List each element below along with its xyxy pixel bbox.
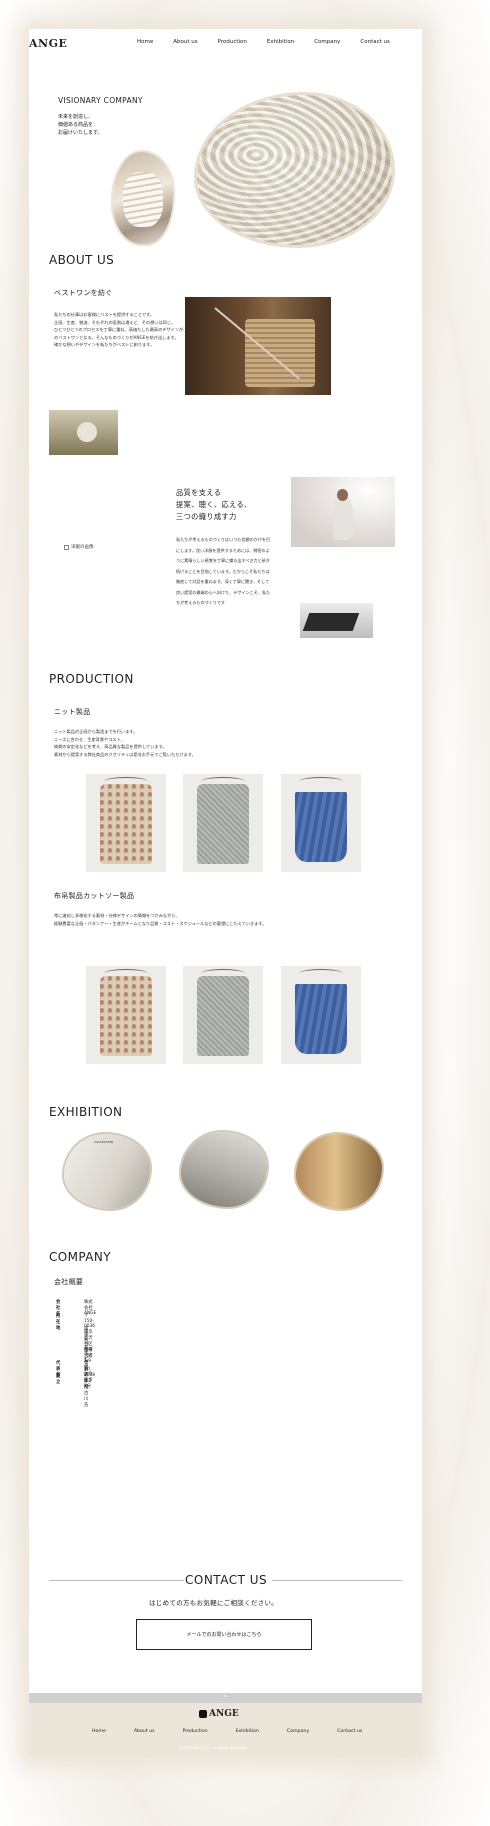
quality-title-line: 三つの織り成す力 <box>176 512 237 521</box>
product-card[interactable] <box>183 966 263 1064</box>
about-text-line: 私たちの仕事はお客様にベストを提供することです。 <box>54 312 155 317</box>
sheep-photo <box>49 410 118 455</box>
product-card[interactable] <box>86 774 166 872</box>
chevron-up-icon: ^ <box>222 1694 229 1702</box>
hero-subtitle: 未来を創造し、 価値ある商品を お届けいたします。 <box>58 113 138 137</box>
page-top-button[interactable]: ^ <box>29 1693 422 1703</box>
company-heading: 会社概要 <box>54 1278 84 1286</box>
footer-nav-company[interactable]: Company <box>287 1729 309 1734</box>
exhibition-image[interactable] <box>181 1132 267 1207</box>
production-title: PRODUCTION <box>49 672 134 686</box>
footer-nav-about[interactable]: About us <box>134 1729 155 1734</box>
about-title: ABOUT US <box>49 253 115 267</box>
company-row-value: 2008年3月 <box>84 1373 95 1390</box>
product-card[interactable] <box>281 774 361 872</box>
product-card[interactable] <box>86 966 166 1064</box>
about-text: 私たちの仕事はお客様にベストを提供することです。 企画、生産、物流、それぞれの役… <box>54 311 204 349</box>
nav-exhibition[interactable]: Exhibition <box>267 39 294 45</box>
page-canvas: ANGE Home About us Production Exhibition… <box>29 29 422 1757</box>
hero-subtitle-line: お届けいたします。 <box>58 130 103 136</box>
knit-text: ニット製品の企画から製造までを行います。 ニーズに合わせ、生産背景やコスト、 納… <box>54 728 334 758</box>
quality-title-line: 品質を支える <box>176 488 222 497</box>
broken-image-icon <box>64 544 69 550</box>
copyright: ©2024 ANGE Inc. All Rights Reserved. <box>179 1746 248 1750</box>
header-logo[interactable]: ANGE <box>29 37 67 50</box>
header-nav: Home About us Production Exhibition Comp… <box>137 39 410 45</box>
about-heading: ベストワンを紡ぐ <box>54 289 113 297</box>
knit-text-line: 素材から提案する弊社商品のクオリティは是非お手元でご覧いただけます。 <box>54 751 196 757</box>
desk-photo <box>300 603 373 638</box>
knit-text-line: ニット製品の企画から製造までを行います。 <box>54 729 138 734</box>
cut-text-line: 経験豊富な企画・パタンナー・生産がチームとなり品質・コスト・スケジュールなどの要… <box>54 920 267 926</box>
footer-nav-home[interactable]: Home <box>92 1729 106 1734</box>
exhibition-title: EXHIBITION <box>49 1105 123 1119</box>
knit-text-line: 納期の安定化などを考え、高品質な製品を提供しています。 <box>54 744 167 749</box>
broken-image-alt: 洋服の画像 <box>71 545 94 550</box>
product-card[interactable] <box>281 966 361 1064</box>
company-row-label: 所在地 <box>56 1314 61 1331</box>
logo-mark-icon <box>199 1710 207 1718</box>
about-text-line: 企画、生産、物流、それぞれの役割は違えど、その想いは同じ。 <box>54 319 176 325</box>
hero-folded-knit-image <box>113 152 173 244</box>
hero-subtitle-line: 未来を創造し、 <box>58 114 94 120</box>
exhibition-caption: COLLECTION <box>94 1140 114 1144</box>
nav-about[interactable]: About us <box>173 39 197 45</box>
contact-subtitle: はじめての方もお気軽にご相談ください。 <box>149 1599 279 1607</box>
knit-text-line: ニーズに合わせ、生産背景やコスト、 <box>54 736 125 742</box>
footer-logo-text: ANGE <box>209 1709 239 1719</box>
company-title: COMPANY <box>49 1250 111 1264</box>
company-row-label: 設立 <box>56 1374 61 1385</box>
cut-heading: 布帛製品カットソー製品 <box>54 892 135 900</box>
hero-title: VISIONARY COMPANY <box>58 96 143 105</box>
exhibition-image[interactable]: COLLECTION <box>64 1134 150 1209</box>
about-text-line: ひとつひとつのプロセスを丁寧に重ね、高価たした最高のデザインが、お客様のベストワ… <box>54 327 200 340</box>
footer-nav-production[interactable]: Production <box>183 1729 208 1734</box>
exhibition-image[interactable] <box>296 1134 382 1209</box>
woman-photo <box>291 477 395 547</box>
footer-nav-exhibition[interactable]: Exhibition <box>236 1729 259 1734</box>
cut-text: 常に進化し多様化する素材・仕様デザインの情報をつかみながら、 経験豊富な企画・パ… <box>54 912 354 927</box>
cut-text-line: 常に進化し多様化する素材・仕様デザインの情報をつかみながら、 <box>54 913 180 918</box>
quality-title: 品質を支える 提案、聴く、応える、 三つの織り成す力 <box>176 487 252 523</box>
contact-divider-right <box>272 1580 402 1581</box>
contact-divider-left <box>49 1580 184 1581</box>
knitting-photo <box>185 297 331 395</box>
knit-heading: ニット製品 <box>54 708 91 716</box>
contact-title: CONTACT US <box>185 1573 268 1587</box>
hero-subtitle-line: 価値ある商品を <box>58 122 94 128</box>
about-text-line: 確かな想いやデザインを私たちがベストに創ります。 <box>54 342 155 347</box>
nav-home[interactable]: Home <box>137 39 153 45</box>
hero-knit-image <box>197 95 392 245</box>
quality-text: 私たちが考えるものづくりはいつも信頼のかけを目にします。良い洋服を提供するために… <box>176 537 271 605</box>
nav-contact[interactable]: Contact us <box>360 39 390 45</box>
footer-nav-contact[interactable]: Contact us <box>337 1729 362 1734</box>
product-card[interactable] <box>183 774 263 872</box>
quality-title-line: 提案、聴く、応える、 <box>176 500 252 509</box>
nav-production[interactable]: Production <box>218 39 247 45</box>
contact-email-button[interactable]: メールでのお問い合わせはこちら <box>136 1619 312 1650</box>
broken-image: 洋服の画像 <box>64 544 94 550</box>
footer-logo[interactable]: ANGE <box>199 1709 239 1719</box>
nav-company[interactable]: Company <box>314 39 340 45</box>
footer-nav: Home About us Production Exhibition Comp… <box>92 1729 390 1734</box>
